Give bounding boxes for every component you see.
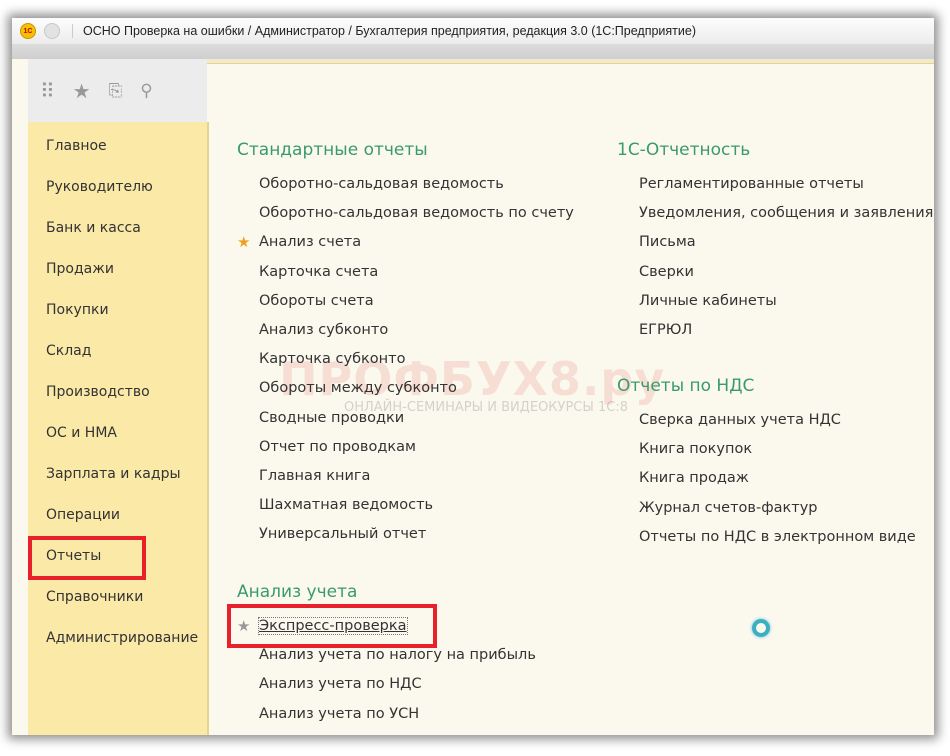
report-link[interactable]: Регламентированные отчеты [639,176,864,192]
report-link[interactable]: Сверки [639,264,694,280]
reports-panel: ПРОФБУХ8.ру ОНЛАЙН-СЕМИНАРЫ И ВИДЕОКУРСЫ… [209,64,934,735]
sidebar-item[interactable]: Операции [46,507,120,523]
section-title-standard: Стандартные отчеты [237,140,428,160]
report-link[interactable]: Оборотно-сальдовая ведомость [259,176,504,192]
window-title: ОСНО Проверка на ошибки / Администратор … [72,24,696,38]
sidebar-item[interactable]: Склад [46,343,91,359]
report-link[interactable]: Обороты между субконто [259,380,457,396]
1c-logo-icon[interactable]: 1С [20,23,36,39]
title-bar: 1С ОСНО Проверка на ошибки / Администрат… [12,18,934,44]
favorite-star-icon[interactable]: ★ [237,233,250,251]
report-link[interactable]: Отчет по проводкам [259,439,416,455]
sidebar-item[interactable]: Покупки [46,302,109,318]
report-link[interactable]: Анализ счета [259,234,361,250]
report-link[interactable]: ЕГРЮЛ [639,322,692,338]
report-link[interactable]: Главная книга [259,468,370,484]
report-link[interactable]: Журнал счетов-фактур [639,500,817,516]
sections-sidebar: Главное Руководителю Банк и касса Продажи По… [28,122,209,735]
report-link[interactable]: Сверка данных учета НДС [639,412,841,428]
sidebar-item[interactable]: ОС и НМА [46,425,117,441]
report-link[interactable]: Книга продаж [639,470,749,486]
loading-spinner-icon [752,619,770,637]
report-link[interactable]: Шахматная ведомость [259,497,433,513]
sidebar-item[interactable]: Зарплата и кадры [46,466,181,482]
report-link[interactable]: Анализ учета по УСН [259,706,419,722]
section-title-reporting: 1С-Отчетность [617,140,751,160]
menu-button[interactable] [44,23,60,39]
report-link[interactable]: Письма [639,234,696,250]
highlight-box [227,604,437,648]
sidebar-item[interactable]: Главное [46,138,107,154]
sidebar-item[interactable]: Администрирование [46,630,198,646]
sidebar-item[interactable]: Справочники [46,589,143,605]
app-window: 1С ОСНО Проверка на ошибки / Администрат… [12,18,934,735]
report-link[interactable]: Уведомления, сообщения и заявления [639,205,933,221]
report-link[interactable]: Универсальный отчет [259,526,426,542]
section-title-analysis: Анализ учета [237,582,358,602]
apps-grid-icon[interactable]: ⠿ [40,79,55,103]
history-icon[interactable]: ⎘ [109,81,123,101]
report-link[interactable]: Карточка субконто [259,351,405,367]
report-link[interactable]: Карточка счета [259,264,378,280]
report-link[interactable]: Оборотно-сальдовая ведомость по счету [259,205,574,221]
report-link[interactable]: Сводные проводки [259,410,404,426]
report-link[interactable]: Анализ учета по НДС [259,676,422,692]
report-link[interactable]: Обороты счета [259,293,374,309]
report-link[interactable]: Книга покупок [639,441,752,457]
section-title-vat: Отчеты по НДС [617,376,755,396]
sidebar-item[interactable]: Банк и касса [46,220,141,236]
tools-panel: ⠿ ★ ⎘ ⚲ [28,59,207,122]
report-link[interactable]: Анализ учета по налогу на прибыль [259,647,536,663]
star-icon[interactable]: ★ [73,79,91,103]
sidebar-item[interactable]: Производство [46,384,150,400]
report-link[interactable]: Анализ субконто [259,322,388,338]
sidebar-item[interactable]: Продажи [46,261,114,277]
search-icon[interactable]: ⚲ [140,81,152,101]
highlight-box [28,536,146,580]
report-link[interactable]: Личные кабинеты [639,293,777,309]
window-edge [12,59,28,735]
sidebar-item[interactable]: Руководителю [46,179,153,195]
toolbar-strip [12,44,934,59]
report-link[interactable]: Отчеты по НДС в электронном виде [639,529,916,545]
